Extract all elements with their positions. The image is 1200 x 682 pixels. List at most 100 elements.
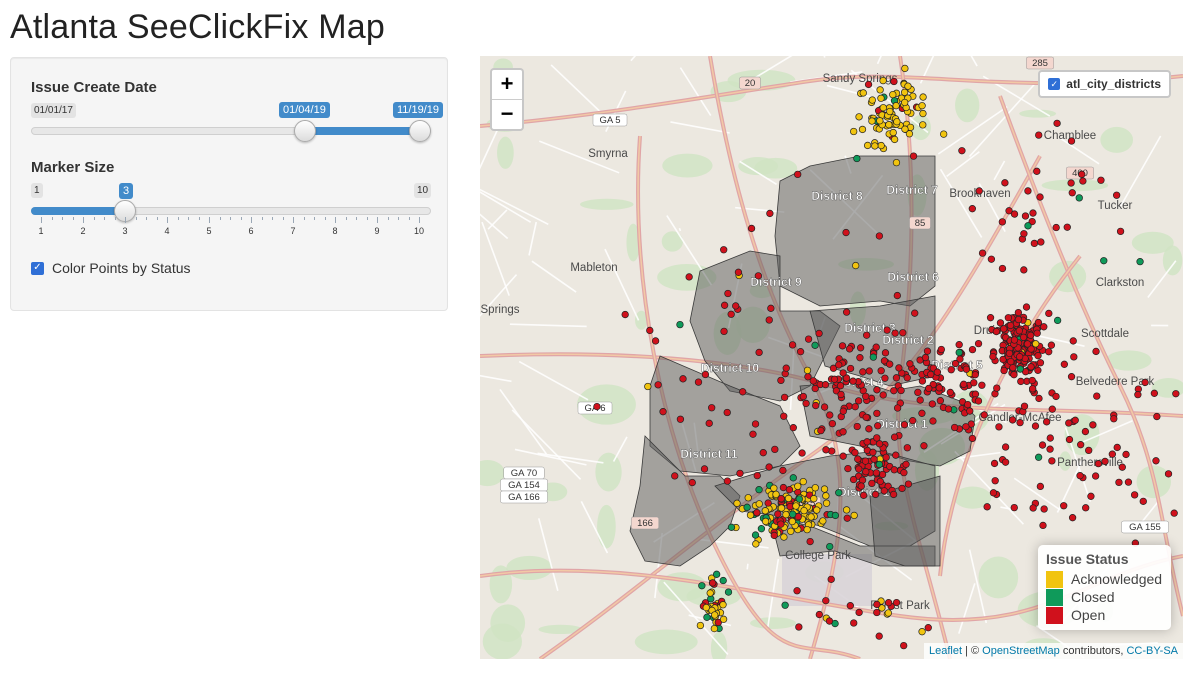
map-view[interactable]: District 1District 2District 3District 4… [480, 56, 1183, 659]
issue-marker [1101, 457, 1109, 466]
road-shield: 20 [739, 76, 761, 90]
issue-marker [884, 599, 893, 607]
slider-minor-tick [219, 217, 221, 220]
date-slider-from-handle[interactable] [294, 120, 316, 142]
issue-marker [918, 409, 926, 417]
issue-marker [822, 446, 830, 454]
issue-marker [812, 401, 820, 410]
issue-marker [900, 468, 908, 477]
zoom-in-button[interactable]: + [492, 70, 522, 99]
issue-marker [928, 400, 936, 408]
issue-marker [734, 268, 743, 276]
slider-minor-tick [272, 217, 273, 220]
color-by-status-checkbox[interactable]: ✓ Color Points by Status [31, 260, 191, 276]
shield-label: GA 70 [511, 468, 537, 479]
issue-marker [865, 425, 873, 433]
issue-marker [1045, 348, 1053, 356]
park-area [1019, 109, 1057, 118]
slider-minor-tick [146, 217, 147, 220]
slider-tick-label: 4 [164, 226, 170, 236]
issue-marker [1035, 394, 1043, 403]
issue-marker [794, 482, 802, 490]
issue-marker [859, 368, 867, 376]
issue-marker [850, 127, 858, 136]
issue-marker [800, 506, 808, 515]
issue-marker [1172, 390, 1180, 398]
issue-marker [869, 448, 877, 456]
issue-marker [843, 514, 851, 522]
issue-marker [754, 272, 763, 280]
status-legend: Issue Status Acknowledged Closed Open [1038, 545, 1171, 630]
issue-marker [1094, 459, 1103, 468]
slider-minor-tick [387, 217, 389, 220]
zoom-out-button[interactable]: − [492, 99, 522, 129]
osm-link[interactable]: OpenStreetMap [982, 645, 1060, 657]
issue-marker [1068, 189, 1076, 197]
checkbox-checked-icon[interactable]: ✓ [31, 261, 44, 275]
issue-marker [890, 466, 898, 474]
issue-marker [877, 141, 885, 150]
issue-marker [1010, 503, 1018, 512]
slider-tick-label: 6 [248, 226, 254, 236]
layer-control[interactable]: ✓ atl_city_districts [1038, 70, 1171, 98]
issue-marker [983, 503, 991, 511]
issue-marker [749, 430, 757, 438]
issue-marker [909, 152, 918, 160]
issue-marker [659, 408, 667, 416]
issue-marker [845, 345, 854, 353]
issue-marker [799, 477, 807, 486]
issue-marker [876, 117, 884, 125]
shield-label: 85 [915, 218, 926, 229]
issue-marker [1048, 405, 1056, 413]
issue-marker [974, 397, 983, 405]
marker-size-max-label: 10 [414, 183, 432, 198]
issue-marker [955, 348, 963, 357]
issue-marker [700, 465, 709, 473]
issue-marker [986, 314, 995, 322]
issue-marker [865, 367, 873, 375]
issue-marker [1071, 416, 1079, 424]
issue-marker [780, 412, 788, 420]
date-slider-to-handle[interactable] [409, 120, 431, 142]
issue-marker [792, 502, 800, 510]
issue-marker [842, 506, 851, 514]
issue-marker [871, 142, 879, 150]
issue-marker [759, 449, 767, 457]
slider-minor-tick [62, 217, 63, 220]
slider-minor-tick [240, 217, 242, 220]
slider-minor-tick [408, 217, 410, 220]
issue-marker [798, 449, 806, 457]
issue-marker [1085, 446, 1093, 455]
issue-marker [651, 337, 660, 345]
street [746, 563, 749, 570]
issue-marker [820, 485, 829, 493]
issue-marker [970, 379, 978, 387]
issue-marker [900, 641, 908, 650]
issue-marker [992, 327, 1001, 336]
issue-marker [879, 104, 887, 112]
issue-marker [1016, 353, 1024, 361]
issue-marker [787, 527, 795, 535]
issue-marker [696, 621, 705, 630]
issue-marker [873, 386, 881, 394]
issue-marker [890, 135, 899, 144]
park-area [1162, 245, 1183, 276]
issue-marker [804, 335, 813, 343]
slider-tick [125, 217, 126, 223]
legend-label: Acknowledged [1071, 571, 1163, 587]
slider-tick [293, 217, 294, 223]
license-link[interactable]: CC-BY-SA [1126, 645, 1178, 657]
issue-marker [862, 392, 870, 401]
issue-marker [679, 375, 687, 383]
issue-marker [863, 438, 871, 446]
issue-marker [893, 291, 901, 300]
legend-title: Issue Status [1046, 551, 1129, 567]
issue-marker [593, 402, 601, 411]
layer-checkbox-icon[interactable]: ✓ [1048, 78, 1061, 90]
issue-marker [927, 370, 935, 379]
issue-marker [1108, 450, 1116, 458]
issue-marker [918, 628, 926, 636]
issue-marker [810, 494, 818, 503]
leaflet-link[interactable]: Leaflet [929, 645, 962, 657]
issue-marker [811, 341, 819, 349]
